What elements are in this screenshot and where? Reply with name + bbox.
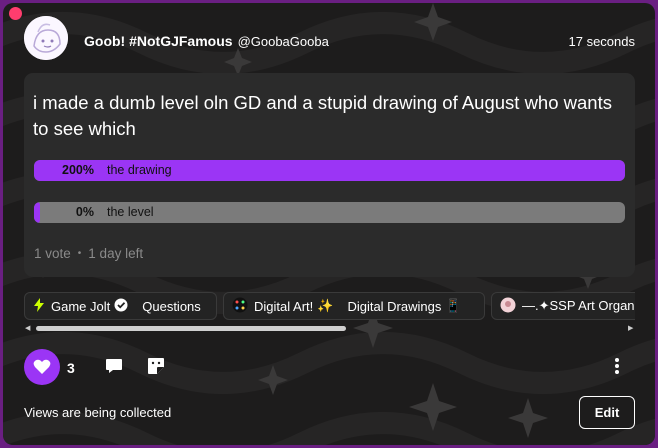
- sparkle-art-icon: [232, 297, 248, 316]
- avatar[interactable]: [24, 16, 68, 60]
- user-avatar-drawing-icon: [24, 16, 68, 60]
- poll-option-label: the drawing: [107, 163, 172, 177]
- poll-option-drawing[interactable]: 200% the drawing: [34, 160, 625, 181]
- tag-community-name: Digital Art!: [254, 298, 314, 314]
- poll-option-percent: 200%: [62, 163, 94, 177]
- tag-digital-art[interactable]: Digital Art! ✨ Digital Drawings 📱: [223, 292, 485, 320]
- heart-icon: [33, 359, 51, 374]
- poll-option-label: the level: [107, 205, 154, 219]
- views-status: Views are being collected: [24, 405, 172, 420]
- post-container: Goob! #NotGJFamous @GoobaGooba 17 second…: [3, 3, 655, 445]
- comment-icon: [106, 359, 122, 373]
- more-options-icon[interactable]: [607, 356, 627, 376]
- poll-option-percent: 0%: [75, 205, 94, 219]
- phone-emoji: 📱: [445, 298, 462, 313]
- notification-dot: [9, 7, 22, 20]
- edit-button[interactable]: Edit: [579, 396, 635, 429]
- scroll-left-arrow-icon[interactable]: ◀: [25, 324, 30, 332]
- post-question: i made a dumb level oln GD and a stupid …: [33, 92, 612, 139]
- tag-channel-name: Questions: [142, 298, 201, 314]
- separator-dot: •: [77, 248, 82, 259]
- post-timestamp[interactable]: 17 seconds: [569, 34, 636, 49]
- like-button[interactable]: [24, 349, 60, 385]
- post-author[interactable]: Goob! #NotGJFamous @GoobaGooba: [84, 33, 329, 49]
- username[interactable]: @GoobaGooba: [238, 34, 329, 49]
- verified-badge-icon: [114, 298, 128, 315]
- tag-game-jolt[interactable]: Game Jolt Questions: [24, 292, 217, 320]
- comment-button[interactable]: [104, 356, 124, 376]
- scroll-right-arrow-icon[interactable]: ▶: [628, 324, 633, 332]
- tag-community-name: Game Jolt: [51, 298, 111, 314]
- tags-scrollbar[interactable]: [36, 326, 346, 331]
- poll-meta: 1 vote • 1 day left: [34, 246, 143, 261]
- sticker-button[interactable]: [146, 356, 166, 376]
- community-avatar-icon: [500, 297, 516, 316]
- poll-option-level[interactable]: 0% the level: [34, 202, 625, 223]
- poll-card: i made a dumb level oln GD and a stupid …: [24, 73, 635, 277]
- sparkles-emoji: ✨: [317, 298, 334, 313]
- community-tags: Game Jolt Questions Digital Art! ✨ Digit…: [24, 292, 635, 320]
- tag-community-name: —.✦SSP Art Organiz: [522, 298, 635, 313]
- display-name[interactable]: Goob! #NotGJFamous: [84, 33, 233, 49]
- sticker-icon: [148, 358, 164, 374]
- tag-ssp-art[interactable]: —.✦SSP Art Organiz: [491, 292, 635, 320]
- game-jolt-icon: [33, 297, 45, 315]
- time-left: 1 day left: [88, 246, 144, 261]
- vote-count: 1 vote: [34, 246, 71, 261]
- tag-channel-name: Digital Drawings: [347, 298, 442, 314]
- like-count[interactable]: 3: [67, 360, 75, 376]
